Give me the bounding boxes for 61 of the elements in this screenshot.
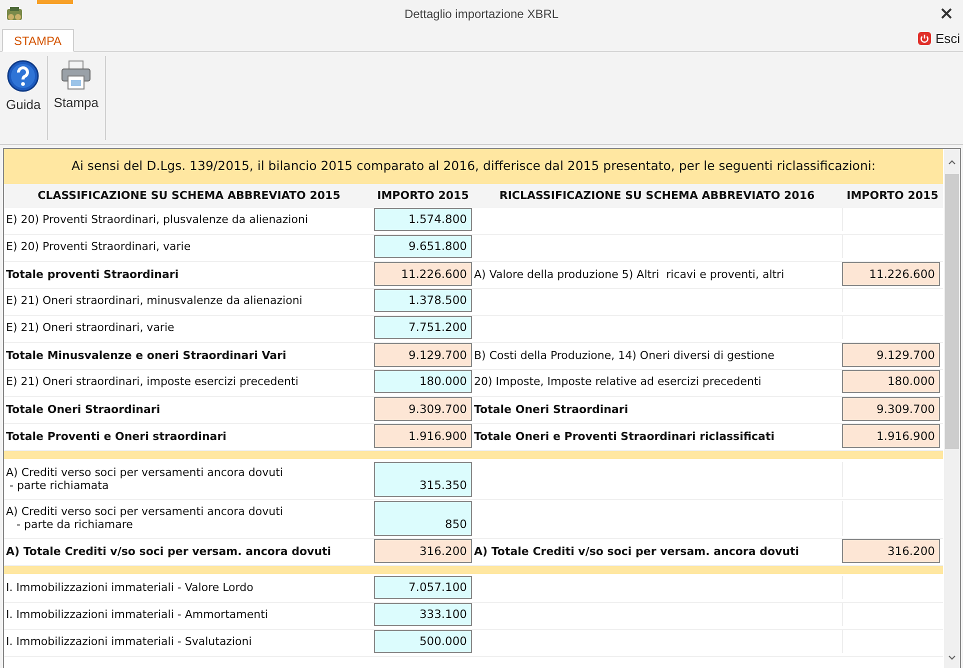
amount-field[interactable]: 850 (374, 501, 472, 536)
amount-field[interactable]: 1.574.800 (374, 208, 472, 231)
row-label: Totale Proventi e Oneri straordinari (5, 430, 228, 445)
amount-field[interactable]: 1.378.500 (374, 289, 472, 312)
row-label: E) 21) Oneri straordinari, minusvalenze da alienazioni (5, 294, 304, 309)
row-label: Totale Oneri Straordinari (5, 403, 162, 418)
row-label: I. Immobilizzazioni immateriali - Valore Lordo (5, 581, 254, 596)
amount-field[interactable]: 333.100 (374, 603, 472, 626)
row-label: E) 20) Proventi Straordinari, varie (5, 240, 192, 255)
printer-icon (60, 60, 92, 90)
scroll-up-icon[interactable] (948, 159, 956, 165)
column-header: IMPORTO 2015 (846, 188, 940, 204)
row-label: Totale Oneri Straordinari (473, 403, 630, 418)
help-icon (7, 60, 40, 92)
column-header: RICLASSIFICAZIONE SU SCHEMA ABBREVIATO 2016 (498, 188, 816, 204)
row-label: Totale Oneri e Proventi Straordinari riclassificati (473, 430, 776, 445)
exit-button[interactable]: Esci (918, 28, 960, 48)
amount-field[interactable]: 11.226.600 (374, 262, 472, 286)
row-label: A) Totale Crediti v/so soci per versam. ancora dovuti (5, 545, 332, 560)
row-label: E) 20) Proventi Straordinari, plusvalenze da alienazioni (5, 213, 309, 228)
print-button[interactable]: Stampa (48, 52, 105, 112)
row-label: A) Valore della produzione 5) Altri ricavi e proventi, altri (473, 268, 786, 283)
row-label: E) 21) Oneri straordinari, varie (5, 321, 176, 336)
column-header: CLASSIFICAZIONE SU SCHEMA ABBREVIATO 2015 (36, 188, 342, 204)
amount-field[interactable]: 9.129.700 (374, 343, 472, 367)
amount-field[interactable]: 7.057.100 (374, 576, 472, 599)
amount-field[interactable]: 1.916.900 (374, 424, 472, 448)
app-icon (6, 6, 23, 22)
power-icon (918, 32, 932, 45)
info-banner: Ai sensi del D.Lgs. 139/2015, il bilancio 2015 comparato al 2016, differisce dal 2015 presentato, per le seguenti riclassificazioni: (4, 149, 943, 184)
row-label: B) Costi della Produzione, 14) Oneri diversi di gestione (473, 349, 776, 364)
amount-field[interactable]: 1.916.900 (842, 424, 940, 448)
scroll-thumb[interactable] (945, 174, 959, 449)
row-label: 20) Imposte, Imposte relative ad esercizi precedenti (473, 375, 762, 390)
scroll-down-icon[interactable] (948, 655, 956, 661)
row-label: E) 21) Oneri straordinari, imposte esercizi precedenti (5, 375, 300, 390)
row-label: A) Crediti verso soci per versamenti ancora dovuti - parte da richiamare (5, 505, 284, 533)
amount-field[interactable]: 180.000 (374, 370, 472, 393)
row-label: I. Immobilizzazioni immateriali - Svalutazioni (5, 635, 253, 650)
amount-field[interactable]: 500.000 (374, 630, 472, 653)
amount-field[interactable]: 9.129.700 (842, 343, 940, 367)
help-button[interactable]: Guida (0, 52, 47, 114)
row-label: A) Crediti verso soci per versamenti ancora dovuti - parte richiamata (5, 466, 284, 494)
amount-field[interactable]: 9.309.700 (842, 397, 940, 421)
row-label: Totale Minusvalenze e oneri Straordinari Vari (5, 349, 288, 364)
amount-field[interactable]: 316.200 (374, 539, 472, 563)
amount-field[interactable]: 180.000 (842, 370, 940, 393)
close-icon[interactable] (941, 8, 952, 19)
window-title: Dettaglio importazione XBRL (404, 6, 559, 23)
amount-field[interactable]: 9.309.700 (374, 397, 472, 421)
ribbon-tab[interactable]: STAMPA (2, 29, 74, 52)
row-label: Totale proventi Straordinari (5, 268, 180, 283)
amount-field[interactable]: 7.751.200 (374, 316, 472, 339)
scrollbar[interactable] (944, 149, 960, 668)
column-header: IMPORTO 2015 (376, 188, 470, 204)
amount-field[interactable]: 11.226.600 (842, 262, 940, 286)
amount-field[interactable]: 316.200 (842, 539, 940, 563)
amount-field[interactable]: 9.651.800 (374, 235, 472, 258)
amount-field[interactable]: 315.350 (374, 462, 472, 497)
row-label: A) Totale Crediti v/so soci per versam. ancora dovuti (473, 545, 800, 560)
row-label: I. Immobilizzazioni immateriali - Ammortamenti (5, 608, 269, 623)
